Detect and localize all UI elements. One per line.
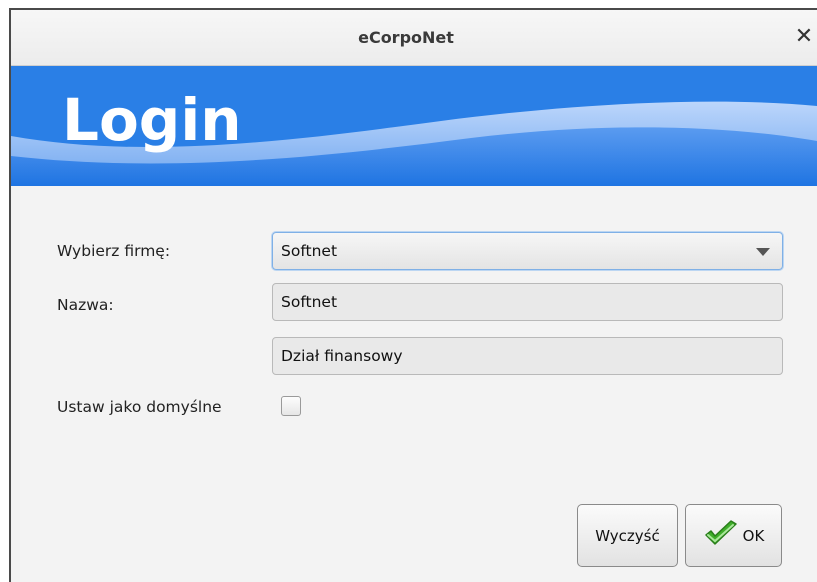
login-dialog: eCorpoNet ✕ Login Wybierz firmę: Softnet…	[9, 8, 817, 582]
company-select[interactable]: Softnet	[272, 232, 783, 270]
name-value: Softnet	[281, 293, 338, 311]
clear-button-label: Wyczyść	[595, 526, 660, 545]
company-label: Wybierz firmę:	[57, 242, 171, 260]
name-field[interactable]: Softnet	[272, 283, 783, 321]
ok-button[interactable]: OK	[685, 504, 782, 567]
window-title: eCorpoNet	[358, 28, 454, 47]
default-label: Ustaw jako domyślne	[57, 398, 222, 416]
name-label: Nazwa:	[57, 296, 114, 314]
chevron-down-icon	[756, 248, 770, 256]
ok-button-label: OK	[742, 526, 765, 545]
department-value: Dział finansowy	[281, 347, 403, 365]
default-checkbox[interactable]	[281, 396, 301, 416]
department-field[interactable]: Dział finansowy	[272, 337, 783, 375]
check-icon	[703, 519, 739, 552]
close-icon: ✕	[794, 24, 814, 49]
title-bar[interactable]: eCorpoNet ✕	[11, 10, 817, 66]
close-button[interactable]: ✕	[792, 24, 816, 50]
login-banner: Login	[11, 66, 817, 186]
company-selected-value: Softnet	[281, 242, 338, 260]
login-title: Login	[62, 86, 242, 154]
clear-button[interactable]: Wyczyść	[577, 504, 678, 567]
